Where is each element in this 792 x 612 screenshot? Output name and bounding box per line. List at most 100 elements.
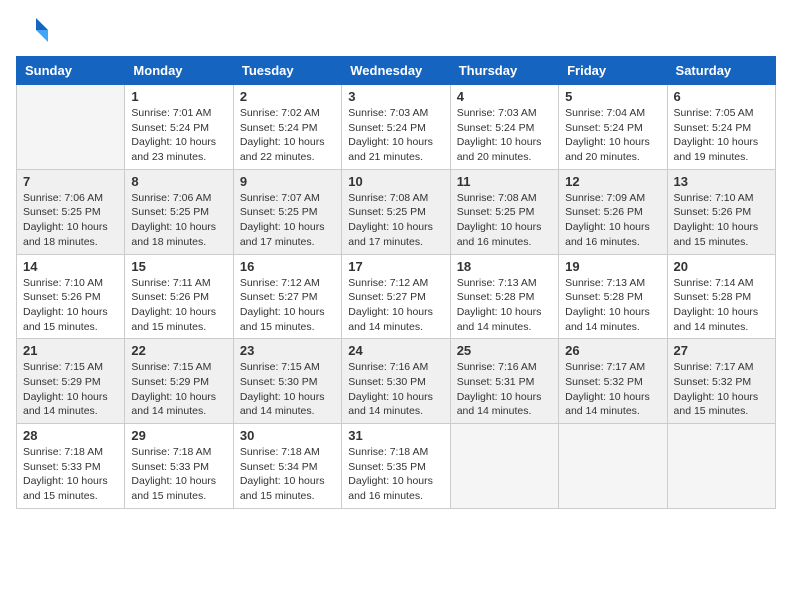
day-detail: Sunrise: 7:10 AM Sunset: 5:26 PM Dayligh… (674, 191, 769, 250)
day-detail: Sunrise: 7:11 AM Sunset: 5:26 PM Dayligh… (131, 276, 226, 335)
calendar-cell: 26Sunrise: 7:17 AM Sunset: 5:32 PM Dayli… (559, 339, 667, 424)
calendar-cell: 27Sunrise: 7:17 AM Sunset: 5:32 PM Dayli… (667, 339, 775, 424)
day-detail: Sunrise: 7:17 AM Sunset: 5:32 PM Dayligh… (674, 360, 769, 419)
day-number: 28 (23, 428, 118, 443)
calendar-cell: 21 Sunrise: 7:15 AM Sunset: 5:29 PM Dayli… (17, 339, 125, 424)
day-number: 30 (240, 428, 335, 443)
calendar-cell: 15 Sunrise: 7:11 AM Sunset: 5:26 PM Dayli… (125, 254, 233, 339)
calendar-cell: 20 Sunrise: 7:14 AM Sunset: 5:28 PM Dayli… (667, 254, 775, 339)
day-number: 16 (240, 259, 335, 274)
page-header (16, 16, 776, 44)
day-detail: Sunrise: 7:05 AM Sunset: 5:24 PM Dayligh… (674, 106, 769, 165)
day-detail: Sunrise: 7:13 AM Sunset: 5:28 PM Dayligh… (457, 276, 552, 335)
day-number: 9 (240, 174, 335, 189)
day-detail: Sunrise: 7:16 AM Sunset: 5:31 PM Dayligh… (457, 360, 552, 419)
day-number: 7 (23, 174, 118, 189)
header-friday: Friday (559, 57, 667, 85)
day-number: 8 (131, 174, 226, 189)
day-detail: Sunrise: 7:06 AM Sunset: 5:25 PM Dayligh… (23, 191, 118, 250)
calendar-cell: 23 Sunrise: 7:15 AM Sunset: 5:30 PM Dayli… (233, 339, 341, 424)
day-detail: Sunrise: 7:15 AM Sunset: 5:29 PM Dayligh… (23, 360, 118, 419)
day-detail: Sunrise: 7:03 AM Sunset: 5:24 PM Dayligh… (457, 106, 552, 165)
calendar-cell: 3 Sunrise: 7:03 AM Sunset: 5:24 PM Daylig… (342, 85, 450, 170)
day-number: 3 (348, 89, 443, 104)
day-number: 15 (131, 259, 226, 274)
day-number: 1 (131, 89, 226, 104)
header-sunday: Sunday (17, 57, 125, 85)
calendar-cell: 12Sunrise: 7:09 AM Sunset: 5:26 PM Dayli… (559, 169, 667, 254)
day-detail: Sunrise: 7:12 AM Sunset: 5:27 PM Dayligh… (348, 276, 443, 335)
day-number: 2 (240, 89, 335, 104)
calendar-cell: 14 Sunrise: 7:10 AM Sunset: 5:26 PM Dayli… (17, 254, 125, 339)
day-number: 19 (565, 259, 660, 274)
calendar-table: SundayMondayTuesdayWednesdayThursdayFrid… (16, 56, 776, 509)
day-number: 31 (348, 428, 443, 443)
calendar-cell: 2 Sunrise: 7:02 AM Sunset: 5:24 PM Daylig… (233, 85, 341, 170)
day-detail: Sunrise: 7:15 AM Sunset: 5:30 PM Dayligh… (240, 360, 335, 419)
day-number: 11 (457, 174, 552, 189)
calendar-cell (667, 424, 775, 509)
day-detail: Sunrise: 7:18 AM Sunset: 5:33 PM Dayligh… (131, 445, 226, 504)
day-detail: Sunrise: 7:18 AM Sunset: 5:35 PM Dayligh… (348, 445, 443, 504)
day-number: 21 (23, 343, 118, 358)
day-number: 29 (131, 428, 226, 443)
day-number: 20 (674, 259, 769, 274)
header-saturday: Saturday (667, 57, 775, 85)
calendar-week-row: 21 Sunrise: 7:15 AM Sunset: 5:29 PM Dayli… (17, 339, 776, 424)
day-detail: Sunrise: 7:07 AM Sunset: 5:25 PM Dayligh… (240, 191, 335, 250)
day-detail: Sunrise: 7:18 AM Sunset: 5:34 PM Dayligh… (240, 445, 335, 504)
day-detail: Sunrise: 7:02 AM Sunset: 5:24 PM Dayligh… (240, 106, 335, 165)
calendar-week-row: 14 Sunrise: 7:10 AM Sunset: 5:26 PM Dayli… (17, 254, 776, 339)
calendar-cell (450, 424, 558, 509)
day-detail: Sunrise: 7:16 AM Sunset: 5:30 PM Dayligh… (348, 360, 443, 419)
day-number: 24 (348, 343, 443, 358)
calendar-cell: 29 Sunrise: 7:18 AM Sunset: 5:33 PM Dayli… (125, 424, 233, 509)
day-number: 25 (457, 343, 552, 358)
header-wednesday: Wednesday (342, 57, 450, 85)
calendar-week-row: 1 Sunrise: 7:01 AM Sunset: 5:24 PM Daylig… (17, 85, 776, 170)
day-detail: Sunrise: 7:06 AM Sunset: 5:25 PM Dayligh… (131, 191, 226, 250)
day-detail: Sunrise: 7:03 AM Sunset: 5:24 PM Dayligh… (348, 106, 443, 165)
day-number: 23 (240, 343, 335, 358)
day-detail: Sunrise: 7:12 AM Sunset: 5:27 PM Dayligh… (240, 276, 335, 335)
day-number: 17 (348, 259, 443, 274)
day-detail: Sunrise: 7:13 AM Sunset: 5:28 PM Dayligh… (565, 276, 660, 335)
day-number: 13 (674, 174, 769, 189)
day-number: 26 (565, 343, 660, 358)
day-detail: Sunrise: 7:08 AM Sunset: 5:25 PM Dayligh… (348, 191, 443, 250)
logo-icon (16, 16, 48, 44)
calendar-cell: 7 Sunrise: 7:06 AM Sunset: 5:25 PM Daylig… (17, 169, 125, 254)
calendar-cell: 16 Sunrise: 7:12 AM Sunset: 5:27 PM Dayli… (233, 254, 341, 339)
day-number: 12 (565, 174, 660, 189)
day-number: 18 (457, 259, 552, 274)
day-detail: Sunrise: 7:15 AM Sunset: 5:29 PM Dayligh… (131, 360, 226, 419)
day-detail: Sunrise: 7:08 AM Sunset: 5:25 PM Dayligh… (457, 191, 552, 250)
calendar-cell: 13 Sunrise: 7:10 AM Sunset: 5:26 PM Dayli… (667, 169, 775, 254)
day-number: 14 (23, 259, 118, 274)
day-detail: Sunrise: 7:10 AM Sunset: 5:26 PM Dayligh… (23, 276, 118, 335)
calendar-cell: 8 Sunrise: 7:06 AM Sunset: 5:25 PM Daylig… (125, 169, 233, 254)
calendar-cell: 25 Sunrise: 7:16 AM Sunset: 5:31 PM Dayli… (450, 339, 558, 424)
day-number: 5 (565, 89, 660, 104)
calendar-cell: 28 Sunrise: 7:18 AM Sunset: 5:33 PM Dayli… (17, 424, 125, 509)
day-number: 6 (674, 89, 769, 104)
day-number: 4 (457, 89, 552, 104)
calendar-cell: 17 Sunrise: 7:12 AM Sunset: 5:27 PM Dayli… (342, 254, 450, 339)
day-detail: Sunrise: 7:04 AM Sunset: 5:24 PM Dayligh… (565, 106, 660, 165)
day-detail: Sunrise: 7:18 AM Sunset: 5:33 PM Dayligh… (23, 445, 118, 504)
calendar-cell: 11 Sunrise: 7:08 AM Sunset: 5:25 PM Dayli… (450, 169, 558, 254)
calendar-cell: 6 Sunrise: 7:05 AM Sunset: 5:24 PM Daylig… (667, 85, 775, 170)
day-detail: Sunrise: 7:01 AM Sunset: 5:24 PM Dayligh… (131, 106, 226, 165)
calendar-week-row: 28 Sunrise: 7:18 AM Sunset: 5:33 PM Dayli… (17, 424, 776, 509)
calendar-cell: 5 Sunrise: 7:04 AM Sunset: 5:24 PM Daylig… (559, 85, 667, 170)
calendar-cell: 1 Sunrise: 7:01 AM Sunset: 5:24 PM Daylig… (125, 85, 233, 170)
header-tuesday: Tuesday (233, 57, 341, 85)
header-monday: Monday (125, 57, 233, 85)
calendar-cell: 22Sunrise: 7:15 AM Sunset: 5:29 PM Dayli… (125, 339, 233, 424)
day-number: 10 (348, 174, 443, 189)
calendar-cell: 10 Sunrise: 7:08 AM Sunset: 5:25 PM Dayli… (342, 169, 450, 254)
calendar-cell: 24 Sunrise: 7:16 AM Sunset: 5:30 PM Dayli… (342, 339, 450, 424)
day-detail: Sunrise: 7:14 AM Sunset: 5:28 PM Dayligh… (674, 276, 769, 335)
calendar-cell: 9 Sunrise: 7:07 AM Sunset: 5:25 PM Daylig… (233, 169, 341, 254)
calendar-cell: 30 Sunrise: 7:18 AM Sunset: 5:34 PM Dayli… (233, 424, 341, 509)
